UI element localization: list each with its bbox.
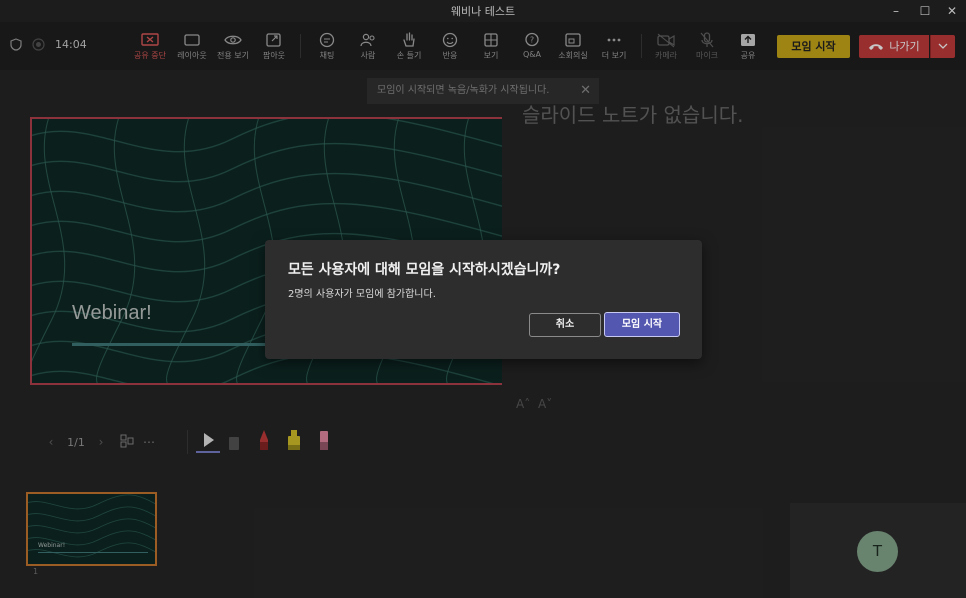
window-title: 웨비나 테스트 bbox=[450, 5, 516, 18]
dialog-subtitle: 2명의 사용자가 모임에 참가합니다. bbox=[288, 289, 436, 300]
cancel-button[interactable]: 취소 bbox=[529, 313, 601, 337]
title-bar: 웨비나 테스트 – ☐ ✕ bbox=[0, 0, 966, 22]
minimize-button[interactable]: – bbox=[882, 1, 910, 21]
maximize-button[interactable]: ☐ bbox=[911, 1, 939, 21]
confirm-start-button[interactable]: 모임 시작 bbox=[604, 312, 680, 337]
start-meeting-dialog: 모든 사용자에 대해 모임을 시작하시겠습니까? 2명의 사용자가 모임에 참가… bbox=[265, 240, 702, 359]
close-button[interactable]: ✕ bbox=[938, 1, 966, 21]
dialog-title: 모든 사용자에 대해 모임을 시작하시겠습니까? bbox=[288, 262, 561, 278]
